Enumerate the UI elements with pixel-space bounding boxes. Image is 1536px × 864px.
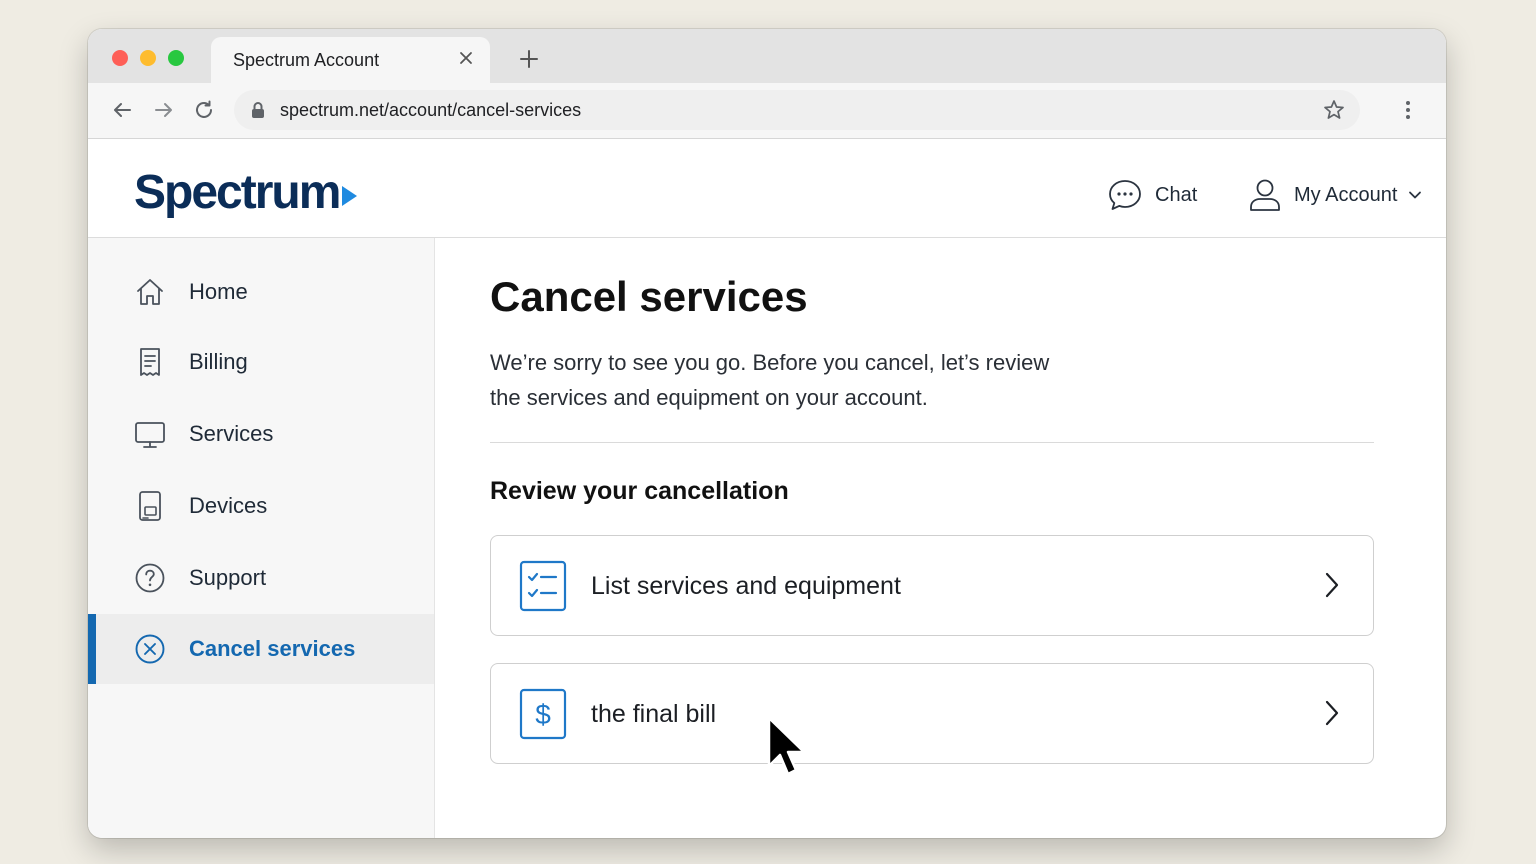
mouse-cursor-icon	[767, 716, 806, 776]
logo-text: Spectrum	[134, 166, 341, 219]
bookmark-star-icon[interactable]	[1322, 98, 1346, 122]
close-window-button[interactable]	[112, 50, 128, 66]
sidebar-item-label: Cancel services	[189, 636, 356, 661]
sidebar-item-label: Home	[189, 279, 248, 304]
sidebar-item-label: Billing	[189, 349, 248, 374]
chat-bubble-icon	[1109, 180, 1141, 210]
url-text: spectrum.net/account/cancel-services	[280, 100, 582, 120]
final-bill-card[interactable]: $ the final bill	[490, 663, 1374, 764]
card-label: the final bill	[591, 700, 717, 728]
chat-label: Chat	[1155, 183, 1198, 206]
sidebar-item-label: Services	[189, 421, 274, 446]
back-icon[interactable]	[110, 98, 134, 122]
devices-icon	[139, 491, 161, 521]
sidebar-item-billing[interactable]: Billing	[88, 327, 434, 397]
chevron-right-icon	[1325, 572, 1339, 598]
sidebar-item-cancel-services[interactable]: Cancel services	[88, 614, 434, 684]
lock-icon	[252, 102, 264, 118]
maximize-window-button[interactable]	[168, 50, 184, 66]
spectrum-logo[interactable]: Spectrum	[134, 165, 358, 221]
intro-line-1: We’re sorry to see you go. Before you ca…	[490, 350, 1050, 375]
close-tab-icon[interactable]	[456, 48, 476, 68]
receipt-icon	[140, 348, 160, 376]
dollar-icon: $	[519, 688, 567, 740]
address-bar[interactable]: spectrum.net/account/cancel-services	[234, 90, 1360, 130]
page-title: Cancel services	[490, 273, 808, 320]
new-tab-icon[interactable]	[518, 48, 540, 70]
home-icon	[137, 279, 163, 305]
tab-title: Spectrum Account	[233, 50, 380, 70]
sidebar-item-label: Support	[189, 565, 267, 590]
reload-icon[interactable]	[192, 98, 216, 122]
divider	[490, 442, 1374, 443]
card-label: List services and equipment	[591, 572, 901, 600]
checklist-icon	[519, 560, 567, 612]
sidebar-item-label: Devices	[189, 493, 268, 518]
browser-menu-icon[interactable]	[1396, 98, 1420, 122]
browser-tab[interactable]: Spectrum Account	[211, 37, 490, 83]
section-title: Review your cancellation	[490, 477, 789, 505]
sidebar-item-support[interactable]: Support	[88, 543, 434, 613]
cancel-circle-icon	[135, 634, 165, 664]
logo-arrow-icon	[342, 186, 358, 206]
site-header: Spectrum Chat My Account	[88, 139, 1446, 238]
browser-toolbar: spectrum.net/account/cancel-services	[88, 83, 1446, 139]
my-account-menu[interactable]: My Account	[1248, 177, 1423, 213]
my-account-label: My Account	[1294, 183, 1398, 206]
sidebar-item-home[interactable]: Home	[88, 257, 434, 327]
sidebar-nav: Home Billing Services Devices Support Ca…	[88, 238, 435, 838]
forward-icon[interactable]	[152, 98, 176, 122]
help-circle-icon	[135, 563, 165, 593]
intro-text: We’re sorry to see you go. Before you ca…	[490, 345, 1110, 415]
sidebar-item-devices[interactable]: Devices	[88, 471, 434, 541]
chat-button[interactable]: Chat	[1107, 177, 1197, 213]
user-icon	[1250, 179, 1280, 211]
chevron-down-icon	[1409, 191, 1422, 199]
chevron-right-icon	[1325, 700, 1339, 726]
intro-line-2: the services and equipment on your accou…	[490, 385, 928, 410]
sidebar-item-services[interactable]: Services	[88, 399, 434, 469]
svg-text:$: $	[535, 699, 551, 730]
monitor-icon	[135, 422, 165, 448]
active-indicator	[88, 614, 96, 684]
minimize-window-button[interactable]	[140, 50, 156, 66]
tab-bar: Spectrum Account	[88, 29, 1446, 83]
list-services-card[interactable]: List services and equipment	[490, 535, 1374, 636]
